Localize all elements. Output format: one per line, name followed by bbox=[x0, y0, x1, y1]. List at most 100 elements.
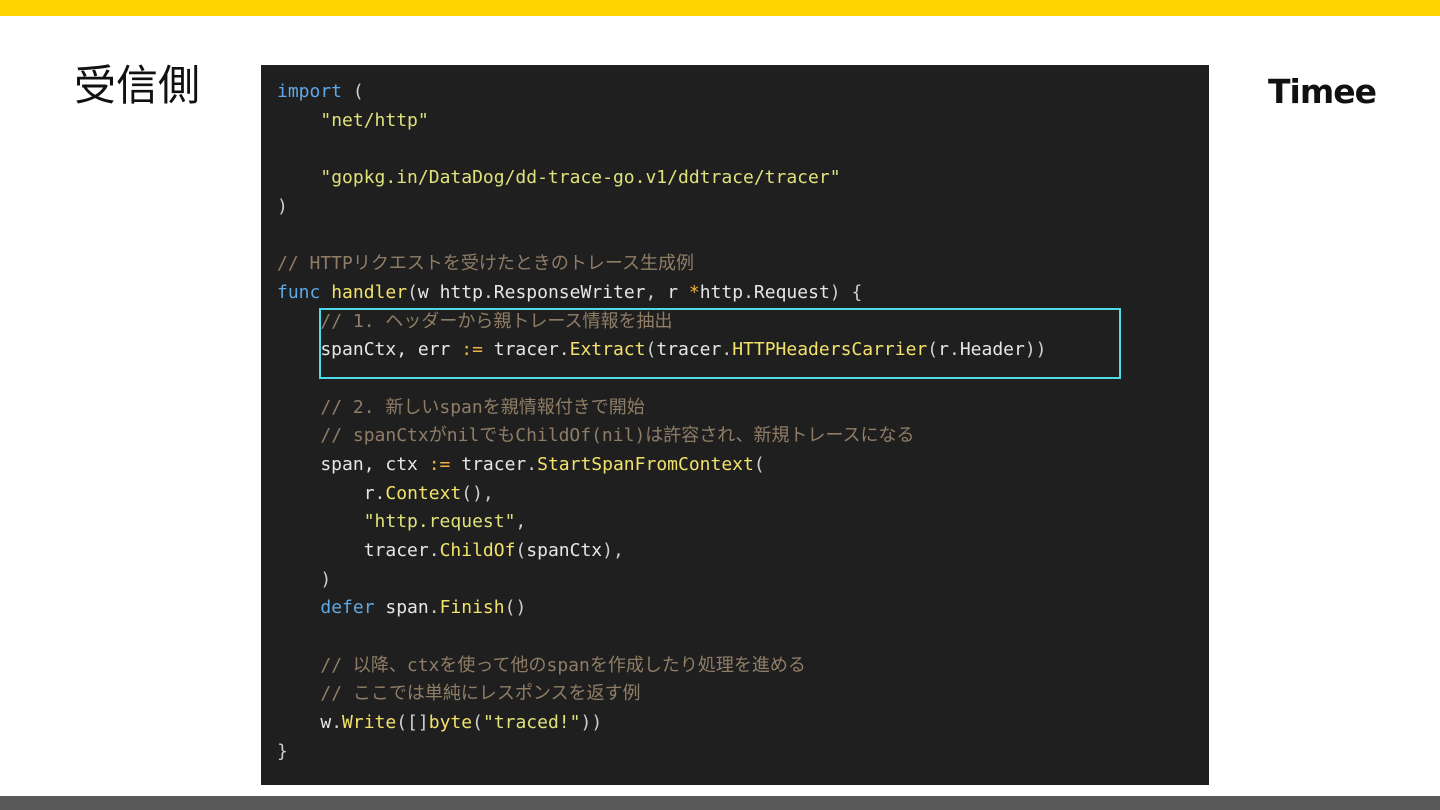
code-token-ident bbox=[277, 110, 320, 131]
code-token-punct: ) bbox=[277, 195, 288, 217]
code-line: // HTTPリクエストを受けたときのトレース生成例 bbox=[277, 250, 1047, 279]
code-token-ident: w bbox=[277, 712, 332, 734]
code-token-ident: tracer bbox=[450, 453, 527, 475]
code-token-func: handler bbox=[331, 281, 408, 303]
code-line: defer span.Finish() bbox=[277, 594, 1047, 623]
code-token-punct: } bbox=[277, 740, 288, 762]
code-token-func: StartSpanFromContext bbox=[537, 453, 754, 475]
code-line: ) bbox=[277, 193, 1047, 222]
code-token-punct: ( bbox=[342, 81, 364, 102]
code-line: } bbox=[277, 738, 1047, 767]
code-token-punct: , bbox=[515, 511, 527, 533]
code-token-ident bbox=[277, 167, 320, 188]
code-line: w.Write([]byte("traced!")) bbox=[277, 709, 1047, 738]
code-line: // 1. ヘッダーから親トレース情報を抽出 bbox=[277, 308, 1047, 337]
code-token-ident bbox=[277, 597, 320, 618]
code-token-punct: . bbox=[558, 339, 570, 361]
code-line: "net/http" bbox=[277, 107, 1047, 136]
code-line: import ( bbox=[277, 78, 1047, 107]
slide-title: 受信側 bbox=[74, 61, 201, 110]
code-token-ident: r bbox=[277, 482, 375, 504]
code-token-string: "gopkg.in/DataDog/dd-trace-go.v1/ddtrace… bbox=[320, 167, 841, 189]
code-token-string: "net/http" bbox=[320, 109, 429, 131]
code-token-op: * bbox=[688, 281, 700, 303]
code-token-ident bbox=[277, 655, 320, 676]
bottom-footer-bar bbox=[0, 796, 1440, 810]
code-line: // ここでは単純にレスポンスを返す例 bbox=[277, 680, 1047, 709]
code-token-ident: r bbox=[938, 339, 949, 361]
code-token-punct: ( bbox=[753, 453, 765, 475]
code-token-ident: Header bbox=[959, 339, 1025, 361]
code-token-string: "http.request" bbox=[363, 511, 516, 533]
code-token-func: Extract bbox=[569, 339, 646, 361]
code-token-punct: . bbox=[428, 540, 440, 561]
code-line: span, ctx := tracer.StartSpanFromContext… bbox=[277, 451, 1047, 480]
code-token-ident bbox=[277, 569, 320, 590]
code-token-punct: )) bbox=[580, 712, 603, 734]
code-token-punct: () bbox=[504, 597, 527, 619]
code-line: r.Context(), bbox=[277, 480, 1047, 509]
code-token-ident bbox=[277, 311, 320, 332]
code-token-comment: // spanCtxがnilでもChildOf(nil)は許容され、新規トレース… bbox=[320, 425, 915, 447]
code-token-func: ChildOf bbox=[439, 540, 516, 561]
code-line: // 以降、ctxを使って他のspanを作成したり処理を進める bbox=[277, 652, 1047, 681]
code-token-keyword: import bbox=[277, 81, 343, 102]
code-token-func: Finish bbox=[439, 597, 505, 619]
code-token-punct: . bbox=[428, 597, 440, 619]
code-line: // 2. 新しいspanを親情報付きで開始 bbox=[277, 394, 1047, 423]
code-line: spanCtx, err := tracer.Extract(tracer.HT… bbox=[277, 336, 1046, 365]
code-line: // spanCtxがnilでもChildOf(nil)は許容され、新規トレース… bbox=[277, 422, 1047, 451]
code-token-punct: ( bbox=[927, 339, 939, 361]
code-token-comment: // 1. ヘッダーから親トレース情報を抽出 bbox=[320, 310, 673, 332]
code-token-keyword: func bbox=[277, 281, 321, 303]
code-token-string: "traced!" bbox=[482, 712, 581, 734]
code-token-ident: ResponseWriter bbox=[493, 281, 646, 303]
code-token-func: byte bbox=[428, 712, 473, 734]
code-token-punct: . bbox=[482, 281, 494, 303]
code-block: import ( "net/http" "gopkg.in/DataDog/dd… bbox=[261, 65, 1209, 785]
code-token-comment: // 以降、ctxを使って他のspanを作成したり処理を進める bbox=[320, 654, 806, 676]
code-token-ident: w http bbox=[417, 281, 483, 303]
code-line: "gopkg.in/DataDog/dd-trace-go.v1/ddtrace… bbox=[277, 164, 1047, 193]
code-token-punct: ( bbox=[407, 281, 418, 303]
code-token-punct: . bbox=[721, 339, 733, 361]
code-token-punct: . bbox=[331, 712, 343, 734]
code-token-punct: ), bbox=[602, 540, 624, 561]
code-token-ident: r bbox=[667, 281, 689, 303]
code-token-ident: span, ctx bbox=[277, 453, 429, 475]
code-token-op: := bbox=[428, 453, 451, 475]
code-lines: import ( "net/http" "gopkg.in/DataDog/dd… bbox=[277, 78, 1047, 767]
code-token-ident bbox=[277, 511, 364, 532]
code-token-punct: ([] bbox=[396, 712, 429, 734]
code-token-func: HTTPHeadersCarrier bbox=[732, 339, 928, 361]
code-token-op: := bbox=[461, 339, 483, 361]
code-line: ) bbox=[277, 566, 1047, 595]
code-token-ident bbox=[277, 425, 320, 446]
code-token-punct: . bbox=[743, 281, 754, 303]
code-token-keyword: defer bbox=[320, 597, 375, 619]
code-token-ident: spanCtx, err bbox=[277, 339, 462, 361]
code-token-func: Context bbox=[385, 482, 462, 504]
code-token-punct: ( bbox=[515, 540, 527, 561]
code-line: tracer.ChildOf(spanCtx), bbox=[277, 537, 1047, 566]
code-token-comment: // 2. 新しいspanを親情報付きで開始 bbox=[320, 396, 645, 418]
code-token-punct: (), bbox=[461, 482, 494, 504]
code-token-ident: http bbox=[699, 281, 744, 303]
code-token-func: Write bbox=[342, 712, 397, 734]
code-token-punct: , bbox=[645, 281, 668, 303]
code-token-comment: // HTTPリクエストを受けたときのトレース生成例 bbox=[277, 253, 694, 275]
code-token-punct: ) { bbox=[829, 281, 863, 303]
code-token-ident: span bbox=[374, 597, 429, 619]
code-token-punct: . bbox=[374, 482, 386, 504]
code-token-ident: tracer bbox=[656, 339, 722, 361]
code-line: "http.request", bbox=[277, 508, 1047, 537]
code-token-ident: Request bbox=[753, 281, 830, 303]
code-token-punct: ( bbox=[472, 712, 483, 734]
code-token-ident: tracer bbox=[482, 339, 559, 361]
timee-logo: Timee bbox=[1268, 72, 1377, 111]
code-token-ident bbox=[320, 282, 331, 303]
code-token-ident bbox=[277, 683, 320, 704]
code-token-punct: . bbox=[948, 339, 960, 361]
